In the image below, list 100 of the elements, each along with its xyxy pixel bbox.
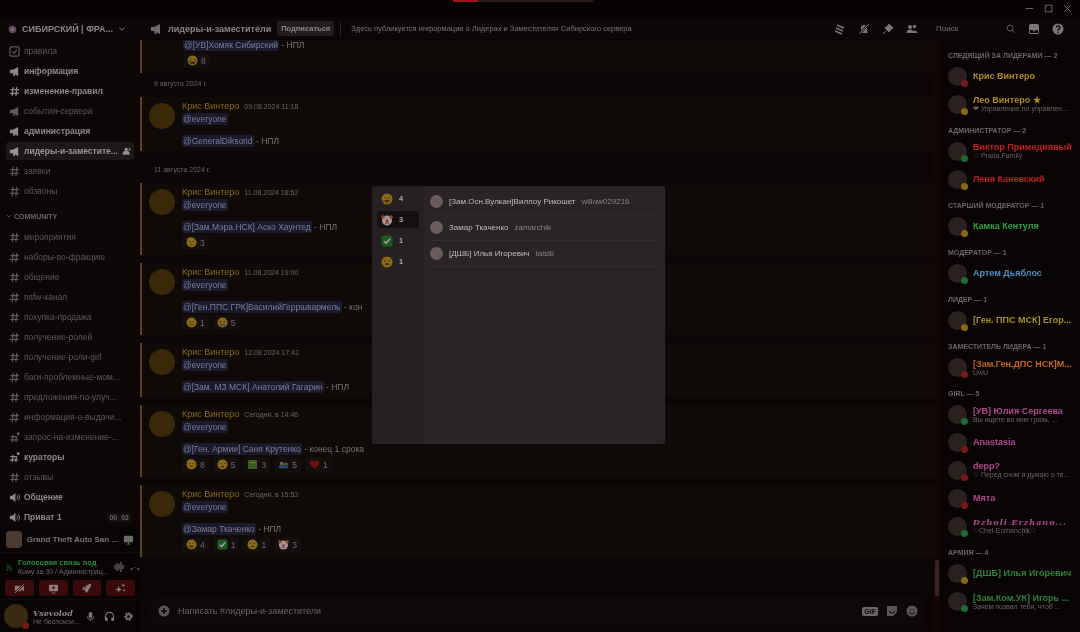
user-mention[interactable]: @[Зам.Мэра.НСК] Аско Хаунтед: [182, 221, 312, 233]
message-text: - НПЛ: [254, 136, 279, 146]
help-icon[interactable]: [1052, 22, 1064, 35]
reaction-button[interactable]: 1: [212, 537, 240, 552]
channel-item[interactable]: обзвоны: [6, 182, 134, 200]
channel-item[interactable]: мероприятия: [6, 228, 134, 246]
channel-item[interactable]: изменение-правил: [6, 82, 134, 100]
user-mention[interactable]: @Замар Ткаченко: [182, 523, 256, 535]
author-name[interactable]: Крис Винтеро: [182, 267, 240, 277]
reaction-button[interactable]: 3: [182, 235, 209, 250]
channel-item[interactable]: Общение: [6, 488, 134, 506]
threads-icon[interactable]: [834, 22, 846, 35]
channel-item[interactable]: отзывы: [6, 468, 134, 486]
add-circle-icon[interactable]: [158, 605, 170, 617]
everyone-mention[interactable]: @everyone: [182, 199, 228, 211]
member-name[interactable]: Dzholi Erzhano...: [973, 517, 1067, 527]
activity-button[interactable]: [72, 580, 102, 596]
inbox-icon[interactable]: [1028, 22, 1040, 35]
channel-item[interactable]: получение-ролей: [6, 328, 134, 346]
user-mention[interactable]: @[Ген. Армии] Саня Крутенко: [182, 443, 302, 455]
close-icon[interactable]: [1063, 4, 1072, 13]
bell-slash-icon[interactable]: [858, 22, 870, 35]
sticker-icon[interactable]: [886, 605, 898, 617]
channel-item[interactable]: заявки: [6, 162, 134, 180]
reaction-button[interactable]: 1: [182, 315, 209, 330]
channel-item[interactable]: покупка-продажа: [6, 308, 134, 326]
user-mention[interactable]: @[Зам. МЗ МСК] Анатолий Гагарин: [182, 381, 324, 393]
channel-item[interactable]: запрос-на-изменение-...: [6, 428, 134, 446]
reaction-button[interactable]: 8: [182, 457, 209, 472]
channel-item[interactable]: правила: [6, 42, 134, 60]
user-mention[interactable]: @GeneralDiksond: [182, 135, 254, 147]
author-name[interactable]: Крис Винтеро: [182, 101, 240, 111]
soundboard-button[interactable]: [106, 580, 135, 596]
author-name[interactable]: Крис Винтеро: [182, 187, 240, 197]
reaction-button[interactable]: 3: [243, 457, 271, 472]
channel-item[interactable]: наборы-во-фракцию: [6, 248, 134, 266]
reaction-button[interactable]: 3: [274, 537, 301, 552]
member-name[interactable]: [УВ] Юлия Сергеева: [973, 405, 1063, 416]
member-avatar: [948, 488, 967, 508]
member-name[interactable]: Лео Винтеро ★: [973, 95, 1068, 105]
channel-item[interactable]: кураторы: [6, 448, 134, 466]
channel-item[interactable]: администрация: [6, 122, 134, 140]
channel-item[interactable]: баги-проблемные-мом...: [6, 368, 134, 386]
channel-item[interactable]: получение-роли-girl: [6, 348, 134, 366]
author-name[interactable]: Крис Винтеро: [182, 489, 240, 499]
member-name[interactable]: Виктор Примедиявый: [973, 142, 1072, 152]
scrollbar-thumb[interactable]: [935, 560, 939, 596]
everyone-mention[interactable]: @everyone: [182, 113, 228, 125]
settings-icon[interactable]: [122, 610, 134, 622]
search-field[interactable]: Поиск: [936, 24, 1006, 33]
maximize-icon[interactable]: [1044, 4, 1053, 13]
member-name[interactable]: Anastasia: [973, 437, 1016, 447]
user-mention[interactable]: @[Ген.ППС ГРК]ВасилийГерршвармель: [182, 301, 342, 313]
reaction-button[interactable]: 4: [182, 537, 209, 552]
member-name[interactable]: depp?: [973, 461, 1070, 471]
smiley-icon[interactable]: [906, 605, 918, 617]
reaction-button[interactable]: 5: [212, 315, 240, 330]
reaction-button[interactable]: 5: [212, 457, 240, 472]
caret-icon: [6, 213, 12, 219]
pin-icon[interactable]: [882, 22, 894, 35]
microphone-icon[interactable]: [84, 610, 96, 622]
member-name[interactable]: Леня Каневский: [973, 174, 1045, 184]
channel-item[interactable]: информация: [6, 62, 134, 80]
member-name[interactable]: Мята: [973, 493, 996, 503]
laughing-face-icon: [186, 539, 197, 550]
channel-item[interactable]: общение: [6, 268, 134, 286]
channel-item[interactable]: информация-о-выдачи...: [6, 408, 134, 426]
everyone-mention[interactable]: @everyone: [182, 501, 228, 513]
add-member-icon[interactable]: [121, 146, 132, 156]
everyone-mention[interactable]: @everyone: [182, 359, 228, 371]
member-name[interactable]: Камка Кентуля: [973, 221, 1039, 231]
member-name[interactable]: [Ген. ППС МСК] Егор...: [973, 315, 1072, 325]
members-icon[interactable]: [906, 22, 918, 35]
author-name[interactable]: Крис Винтеро: [182, 347, 240, 357]
channel-item[interactable]: nsfw-канал: [6, 288, 134, 306]
screen-share-button[interactable]: [38, 580, 68, 596]
hash-icon: [9, 351, 20, 363]
member-name[interactable]: Крис Винтеро: [973, 71, 1035, 81]
reaction-button[interactable]: 1: [304, 457, 332, 472]
member-name[interactable]: [Зам.Ген.ДПС НСК]М...: [973, 358, 1072, 369]
channel-item[interactable]: предложения-по-улуч...: [6, 388, 134, 406]
author-name[interactable]: Крис Винтеро: [182, 409, 240, 419]
camera-off-icon: [13, 582, 25, 594]
member-name[interactable]: [ДШБ] Илья Игоревич: [973, 568, 1072, 578]
rocket-icon: [81, 582, 93, 594]
camera-button[interactable]: [5, 580, 34, 596]
everyone-mention[interactable]: @everyone: [182, 279, 228, 291]
reaction-button[interactable]: 8: [183, 53, 210, 68]
everyone-mention[interactable]: @everyone: [182, 421, 228, 433]
reaction-button[interactable]: 1: [243, 537, 271, 552]
user-mention[interactable]: @[УВ]Хомяк Сибирский: [183, 40, 279, 51]
channel-item[interactable]: события-сервера: [6, 102, 134, 120]
member-avatar: [948, 460, 967, 480]
headphones-icon[interactable]: [103, 610, 115, 622]
monitor-icon[interactable]: [123, 534, 134, 545]
speaker-icon: [9, 491, 20, 503]
channel-item[interactable]: лидеры-и-заместите...: [6, 142, 134, 160]
reaction-button[interactable]: 5: [274, 457, 301, 472]
member-name[interactable]: [Зам.Ком.УК] Игорь ...: [973, 592, 1070, 603]
member-name[interactable]: Артем Дьяблос: [973, 268, 1042, 278]
